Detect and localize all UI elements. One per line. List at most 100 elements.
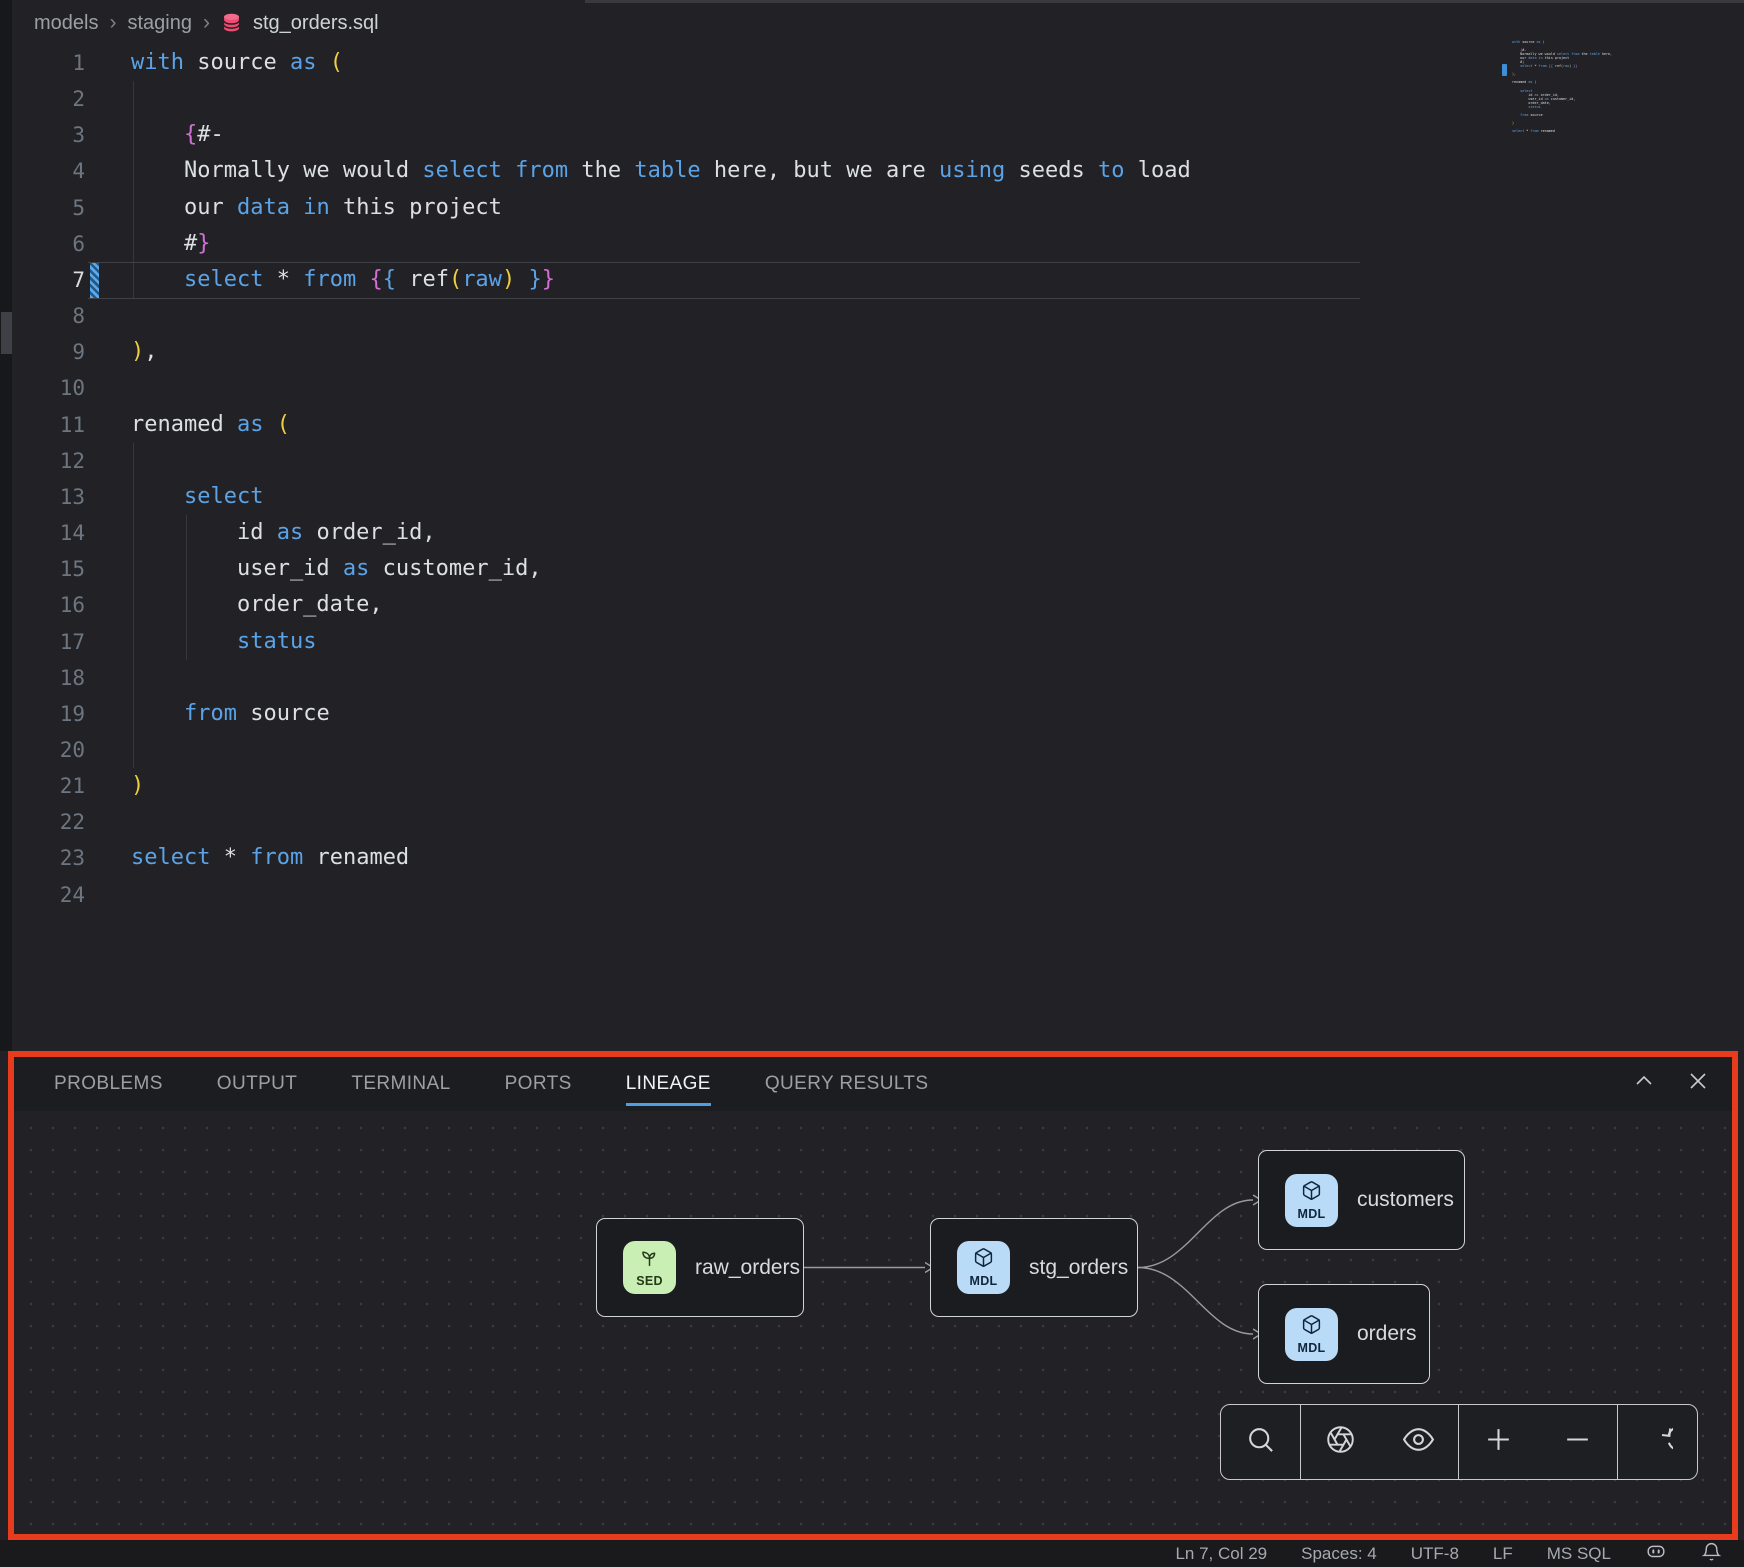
code-line[interactable]: 18 [12,660,1744,696]
indent-guide [133,81,134,117]
panel-controls [1632,1055,1710,1111]
close-panel-button[interactable] [1686,1069,1710,1098]
activity-bar-sliver [0,0,12,1051]
copilot-icon [1645,1540,1667,1567]
code-line[interactable]: 17 status [12,624,1744,660]
visibility-button[interactable] [1387,1405,1451,1479]
line-number: 6 [12,226,85,262]
tab-ports[interactable]: PORTS [505,1060,572,1106]
breadcrumb-separator: › [109,11,116,35]
line-number: 7 [12,262,85,298]
breadcrumb-separator: › [203,11,210,35]
code-line[interactable]: 1 with source as ( [12,45,1744,81]
lineage-edge [1138,1268,1253,1335]
refresh-icon [1642,1424,1673,1460]
code-text: renamed as ( [131,407,290,443]
maximize-panel-button[interactable] [1632,1069,1656,1098]
breadcrumb-file[interactable]: stg_orders.sql [253,12,379,35]
cube-icon [1301,1180,1322,1206]
tab-output[interactable]: OUTPUT [217,1060,298,1106]
status-bar: Ln 7, Col 29 Spaces: 4 UTF-8 LF MS SQL [0,1540,1744,1567]
line-number: 10 [12,370,85,406]
copilot-button[interactable] [1645,1540,1667,1567]
lineage-node-raw_orders[interactable]: SED raw_orders [596,1218,804,1317]
code-line[interactable]: 23select * from renamed [12,840,1744,876]
bottom-panel: PROBLEMS OUTPUT TERMINAL PORTS LINEAGE QUERY … [12,1055,1734,1536]
line-number: 21 [12,768,85,804]
line-number: 5 [12,190,85,226]
code-line[interactable]: 8 [12,298,1744,334]
line-number: 15 [12,551,85,587]
line-number: 16 [12,587,85,623]
modified-line-indicator [90,263,99,298]
status-item[interactable]: Ln 7, Col 29 [1175,1544,1267,1564]
code-line[interactable]: 12 [12,443,1744,479]
search-icon [1245,1424,1276,1460]
search-button[interactable] [1228,1405,1292,1479]
code-line[interactable]: 20 [12,732,1744,768]
line-number: 4 [12,153,85,189]
scrollbar-thumb[interactable] [1,312,12,354]
code-editor[interactable]: 1 with source as ( 23 {#-4 Normally we wou… [12,45,1744,1051]
lineage-canvas[interactable]: SED raw_orders MDL stg_orders MDL custom… [12,1111,1734,1536]
code-line[interactable]: 14 id as order_id, [12,515,1744,551]
code-line[interactable]: 3 {#- [12,117,1744,153]
line-number: 2 [12,81,85,117]
line-number: 22 [12,804,85,840]
breadcrumb-item[interactable]: staging [127,12,192,35]
code-line[interactable]: 24 [12,877,1744,913]
line-number: 20 [12,732,85,768]
code-line[interactable]: 7 select * from {{ ref(raw) }} [12,262,1744,298]
zoom-in-button[interactable] [1467,1405,1531,1479]
code-line[interactable]: 19 from source [12,696,1744,732]
code-line[interactable]: 4 Normally we would select from the tabl… [12,153,1744,189]
code-line[interactable]: 22 [12,804,1744,840]
chevron-up-icon [1632,1069,1656,1098]
line-number: 1 [12,45,85,81]
code-line[interactable]: 15 user_id as customer_id, [12,551,1744,587]
tab-lineage[interactable]: LINEAGE [626,1060,711,1106]
status-item[interactable]: UTF-8 [1411,1544,1459,1564]
code-line[interactable]: 16 order_date, [12,587,1744,623]
lineage-node-stg_orders[interactable]: MDL stg_orders [930,1218,1138,1317]
line-number: 3 [12,117,85,153]
snapshot-button[interactable] [1308,1405,1372,1479]
breadcrumb-item[interactable]: models [34,12,98,35]
code-line[interactable]: 6 #} [12,226,1744,262]
tab-terminal[interactable]: TERMINAL [351,1060,450,1106]
lineage-node-orders[interactable]: MDL orders [1258,1284,1430,1384]
code-text: select [131,479,263,515]
node-type-badge: MDL [957,1241,1010,1294]
notifications-button[interactable] [1701,1541,1722,1567]
cube-icon [973,1247,994,1273]
status-item[interactable]: Spaces: 4 [1301,1544,1377,1564]
line-number: 17 [12,624,85,660]
status-items: Ln 7, Col 29 Spaces: 4 UTF-8 LF MS SQL [1175,1544,1611,1564]
line-number: 14 [12,515,85,551]
aperture-icon [1325,1424,1356,1460]
code-line[interactable]: 13 select [12,479,1744,515]
code-text: with source as ( [131,45,343,81]
code-text: select * from {{ ref(raw) }} [131,262,555,298]
code-line[interactable]: 10 [12,370,1744,406]
code-line[interactable]: 11renamed as ( [12,407,1744,443]
tab-query-results[interactable]: QUERY RESULTS [765,1060,929,1106]
code-text: ), [131,334,158,370]
status-item[interactable]: LF [1493,1544,1513,1564]
line-number: 8 [12,298,85,334]
line-number: 19 [12,696,85,732]
node-type-badge: SED [623,1241,676,1294]
refresh-button[interactable] [1626,1405,1690,1479]
cube-icon [1301,1314,1322,1340]
code-line[interactable]: 9), [12,334,1744,370]
node-badge-label: MDL [1298,1341,1326,1355]
zoom-out-button[interactable] [1546,1405,1610,1479]
minimap[interactable]: with source as ( {#- Normally we would s… [1512,40,1612,180]
tab-problems[interactable]: PROBLEMS [54,1060,163,1106]
lineage-node-customers[interactable]: MDL customers [1258,1150,1465,1250]
code-line[interactable]: 5 our data in this project [12,190,1744,226]
code-line[interactable]: 2 [12,81,1744,117]
code-text: order_date, [131,587,383,623]
status-item[interactable]: MS SQL [1547,1544,1611,1564]
code-line[interactable]: 21) [12,768,1744,804]
